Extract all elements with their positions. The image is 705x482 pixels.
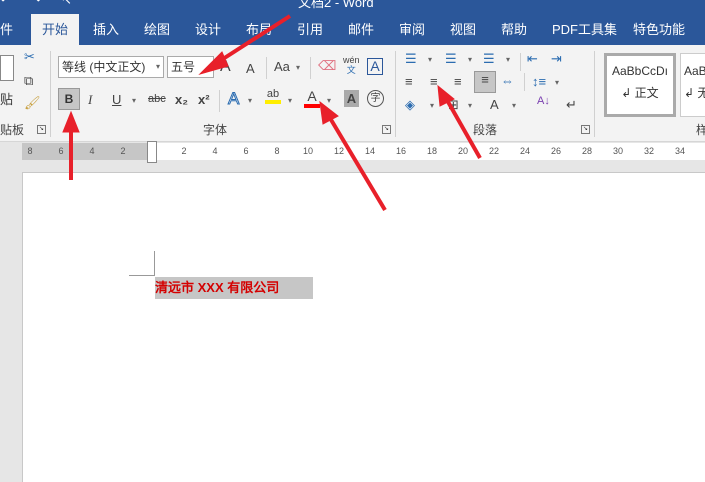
text-effects-button[interactable]: A <box>227 89 239 109</box>
ruler-tick: 8 <box>274 146 280 156</box>
tab-pdf-tools[interactable]: PDF工具集 <box>546 14 623 45</box>
style-no-spacing[interactable]: AaB ↲ 无 <box>680 53 705 117</box>
show-marks-icon[interactable]: ↵ <box>566 97 577 113</box>
tab-home[interactable]: 开始 <box>31 14 79 45</box>
paste-label[interactable]: 贴 <box>0 89 13 108</box>
asian-layout-icon[interactable]: A <box>490 97 499 112</box>
ruler-tick: 12 <box>333 146 345 156</box>
tab-draw[interactable]: 绘图 <box>138 14 176 45</box>
align-left-icon[interactable]: ≡ <box>405 74 413 89</box>
paste-icon[interactable] <box>0 55 14 81</box>
ruler-tick: 20 <box>457 146 469 156</box>
cut-icon[interactable]: ✂ <box>24 49 35 65</box>
quick-access-toolbar[interactable]: ↶ ↷ ↖ <box>0 0 80 8</box>
enclose-characters-button[interactable]: 字 <box>367 90 384 107</box>
tab-view[interactable]: 视图 <box>444 14 482 45</box>
font-color-button[interactable]: A <box>304 88 320 108</box>
font-group-label: 字体 <box>203 123 228 137</box>
styles-group-label: 样 <box>696 123 705 137</box>
tab-references[interactable]: 引用 <box>291 14 329 45</box>
sort-button[interactable]: A↓ <box>537 95 550 107</box>
superscript-button[interactable]: x² <box>198 92 210 107</box>
tab-insert[interactable]: 插入 <box>87 14 125 45</box>
tab-mailings[interactable]: 邮件 <box>342 14 380 45</box>
ruler-tick: 28 <box>581 146 593 156</box>
multilevel-list-icon[interactable]: ☰ <box>483 51 495 67</box>
justify-icon[interactable]: ≡ <box>474 71 496 93</box>
numbering-icon[interactable]: ☰ <box>445 51 457 67</box>
ruler-tick: 10 <box>302 146 314 156</box>
ruler-tick: 34 <box>674 146 686 156</box>
ruler-tick: 4 <box>212 146 218 156</box>
phonetic-guide-button[interactable]: wén 文 <box>343 55 360 75</box>
ruler-tick: 32 <box>643 146 655 156</box>
paragraph-launcher-icon[interactable]: ↘ <box>581 125 590 134</box>
bullets-icon[interactable]: ☰ <box>405 51 417 67</box>
decrease-indent-icon[interactable]: ⇤ <box>527 51 538 67</box>
shrink-font-button[interactable]: A <box>246 61 255 76</box>
font-launcher-icon[interactable]: ↘ <box>382 125 391 134</box>
character-border-button[interactable]: A <box>367 58 383 75</box>
ribbon-tabs: 件 开始 插入 绘图 设计 布局 引用 邮件 审阅 视图 帮助 PDF工具集 特… <box>0 14 705 45</box>
tab-design[interactable]: 设计 <box>189 14 227 45</box>
highlight-button[interactable]: ab <box>265 88 281 104</box>
window-title: 文档2 - Word <box>298 0 374 10</box>
ruler-tick: 22 <box>488 146 500 156</box>
bold-button[interactable]: B <box>58 88 80 110</box>
ruler-tick: 14 <box>364 146 376 156</box>
ruler-tick: 2 <box>181 146 187 156</box>
tab-help[interactable]: 帮助 <box>495 14 533 45</box>
indent-marker[interactable] <box>147 141 157 163</box>
horizontal-ruler[interactable]: 8 6 4 2 2 4 6 8 10 12 14 16 18 20 22 24 26 28 30 32 34 <box>22 141 705 163</box>
ruler-tick: 24 <box>519 146 531 156</box>
strikethrough-button[interactable]: abc <box>148 93 166 105</box>
shading-icon[interactable]: ◈ <box>405 97 415 113</box>
ruler-tick: 18 <box>426 146 438 156</box>
font-size-value: 五号 <box>171 60 196 74</box>
font-size-dropdown[interactable]: 五号 <box>167 56 214 78</box>
line-spacing-icon[interactable]: ↕≡ <box>532 74 546 89</box>
clear-formatting-icon[interactable]: ⌫ <box>318 58 336 74</box>
borders-icon[interactable]: ⊞ <box>448 97 459 113</box>
subscript-button[interactable]: x₂ <box>175 92 188 107</box>
tab-layout[interactable]: 布局 <box>240 14 278 45</box>
align-right-icon[interactable]: ≡ <box>454 74 462 89</box>
grow-font-button[interactable]: A <box>220 58 231 76</box>
underline-button[interactable]: U <box>112 92 121 107</box>
italic-button[interactable]: I <box>88 92 92 108</box>
paragraph-group-label: 段落 <box>473 123 498 137</box>
tab-special-features[interactable]: 特色功能 <box>627 14 691 45</box>
ruler-tick: 6 <box>243 146 249 156</box>
tab-review[interactable]: 审阅 <box>393 14 431 45</box>
change-case-button[interactable]: Aa <box>274 59 290 74</box>
character-shading-button[interactable]: A <box>344 90 359 107</box>
style-normal[interactable]: AaBbCcDı ↲ 正文 <box>604 53 676 117</box>
distributed-icon[interactable]: ⇔ <box>501 73 514 88</box>
tab-file[interactable]: 件 <box>0 14 19 45</box>
format-painter-icon[interactable]: 🖌 <box>24 95 41 111</box>
clipboard-group-label: 贴板 <box>0 123 25 137</box>
clipboard-launcher-icon[interactable]: ↘ <box>37 125 46 134</box>
align-center-icon[interactable]: ≡ <box>430 74 438 89</box>
font-name-value: 等线 (中文正文) <box>62 60 146 74</box>
ruler-tick: 30 <box>612 146 624 156</box>
document-page[interactable] <box>22 172 705 482</box>
ruler-tick: 16 <box>395 146 407 156</box>
selected-text[interactable]: 清远市 XXX 有限公司 <box>155 277 313 299</box>
ribbon: 贴 ✂ ⧉ 🖌 贴板 ↘ 等线 (中文正文) ▾ 五号 A A Aa ▾ ⌫ wé… <box>0 45 705 142</box>
copy-icon[interactable]: ⧉ <box>24 73 33 89</box>
font-name-dropdown[interactable]: 等线 (中文正文) ▾ <box>58 56 164 78</box>
ruler-tick: 26 <box>550 146 562 156</box>
increase-indent-icon[interactable]: ⇥ <box>551 51 562 67</box>
title-bar: ↶ ↷ ↖ 文档2 - Word <box>0 0 705 14</box>
